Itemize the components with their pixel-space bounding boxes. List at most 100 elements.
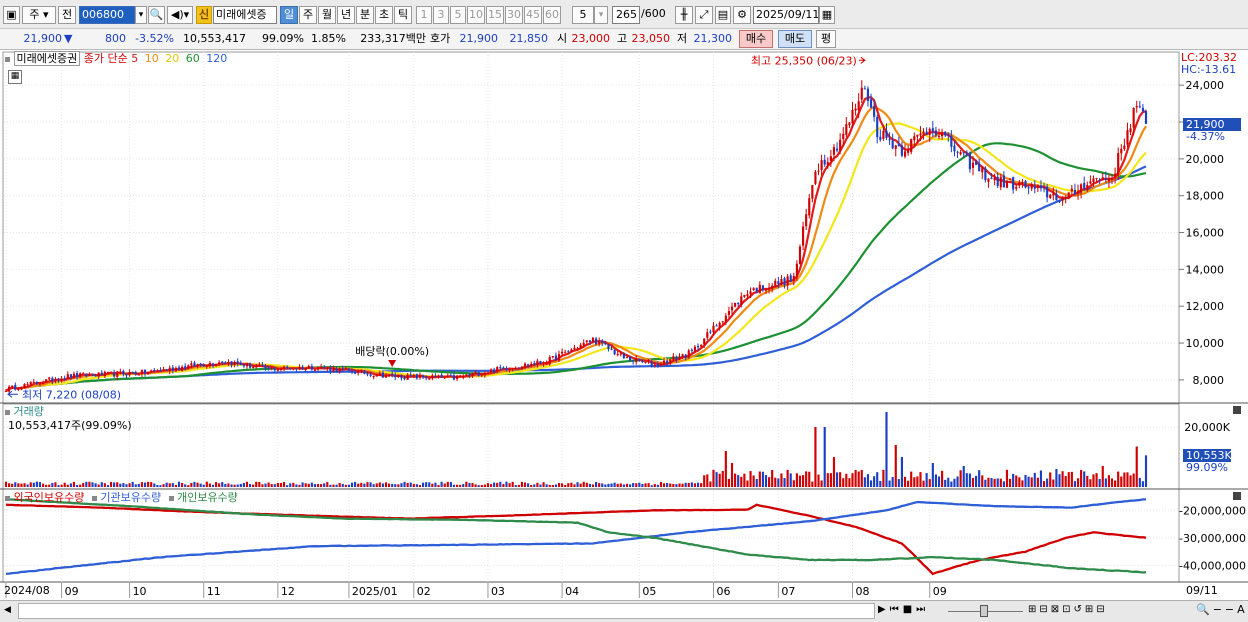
stock-code-input[interactable]: 006800	[79, 6, 135, 24]
calculator-icon[interactable]: ▦	[8, 70, 22, 84]
investor-line-0	[5, 503, 1147, 576]
stock-name-field[interactable]: 미래에셋증	[213, 6, 277, 24]
volume-bar	[1018, 477, 1021, 487]
interval-button-45[interactable]: 45	[524, 6, 542, 24]
market-select[interactable]: 주 ▾	[22, 6, 56, 24]
max-price-annotation: 최고 25,350 (06/23)	[751, 54, 857, 67]
interval-button-10[interactable]: 10	[467, 6, 485, 24]
volume-bar	[465, 481, 468, 487]
candle-body	[820, 160, 823, 171]
volume-bar	[817, 474, 820, 487]
chart-svg[interactable]: 091011122025/01020304050607080924,00022,…	[0, 50, 1248, 600]
interval-button-15[interactable]: 15	[486, 6, 504, 24]
zoom-slider[interactable]	[948, 604, 1023, 617]
panel-close-icon[interactable]	[1233, 492, 1241, 500]
candle-body	[798, 246, 802, 265]
volume-bar	[171, 483, 174, 487]
speaker-icon[interactable]: ◀)▾	[167, 6, 193, 24]
candle-body	[103, 371, 106, 377]
candle-body	[533, 363, 536, 365]
candle-body	[866, 88, 870, 101]
period-button-0[interactable]: 일	[280, 6, 298, 24]
volume-bar	[876, 472, 879, 487]
date-input[interactable]: 2025/09/11	[753, 6, 819, 24]
legend-stock-name[interactable]: 미래에셋증권	[13, 51, 81, 66]
candle-body	[48, 377, 51, 380]
volume-bar	[975, 475, 978, 487]
period-button-1[interactable]: 주	[299, 6, 317, 24]
volume-bar	[978, 470, 981, 487]
prev-button[interactable]: 전	[58, 6, 76, 24]
scroll-left-icon[interactable]: ◀	[4, 604, 14, 616]
evaluate-button[interactable]: 평	[816, 30, 836, 48]
candle-body	[41, 382, 45, 385]
volume-bar	[20, 483, 23, 487]
volume-bar	[536, 482, 539, 487]
period-button-5[interactable]: 초	[375, 6, 393, 24]
candle-type-icon[interactable]: ╫	[675, 6, 693, 24]
interval-select[interactable]: 5	[572, 6, 594, 24]
volume-bar	[814, 427, 817, 487]
period-button-4[interactable]: 분	[356, 6, 374, 24]
candle-body	[264, 365, 267, 369]
buy-button[interactable]: 매수	[739, 30, 773, 48]
volume-bar	[561, 483, 564, 487]
draw-tool-icon[interactable]: ⤢	[695, 6, 713, 24]
volume-bar	[653, 484, 656, 487]
candle-body	[1135, 105, 1138, 108]
candle-body	[1049, 194, 1052, 198]
calendar-icon[interactable]: ▦	[819, 6, 835, 24]
candle-body	[1064, 197, 1067, 199]
chart-area[interactable]: 091011122025/01020304050607080924,00022,…	[0, 50, 1248, 600]
volume-bar	[468, 482, 471, 487]
volume-bar	[656, 484, 659, 487]
interval-button-60[interactable]: 60	[543, 6, 561, 24]
candle-body	[276, 369, 279, 371]
interval-button-30[interactable]: 30	[505, 6, 523, 24]
gear-icon[interactable]: ⚙	[733, 6, 751, 24]
volume-bar	[749, 471, 752, 487]
candle-body	[764, 289, 768, 291]
data-count-input[interactable]: 265	[612, 6, 640, 24]
volume-bar	[857, 471, 860, 487]
volume-bar	[211, 484, 215, 487]
candle-body	[230, 361, 233, 366]
chart-tool-icons[interactable]: ⊞⊟⊠⊡↺⊞⊟	[1028, 604, 1108, 616]
volume-bar	[122, 483, 125, 487]
candle-body	[1036, 185, 1039, 189]
interval-dropdown-icon[interactable]: ▾	[594, 6, 608, 24]
code-dropdown-icon[interactable]: ▾	[135, 6, 147, 24]
period-button-2[interactable]: 월	[318, 6, 336, 24]
volume-bar	[832, 457, 836, 487]
volume-bar	[1117, 471, 1120, 487]
candle-body	[1095, 178, 1098, 180]
open-label: 시	[557, 32, 568, 45]
interval-button-5[interactable]: 5	[450, 6, 466, 24]
period-button-3[interactable]: 년	[337, 6, 355, 24]
interval-button-3[interactable]: 3	[433, 6, 449, 24]
volume-bar	[669, 483, 672, 487]
interval-button-1[interactable]: 1	[416, 6, 432, 24]
volume-bar	[564, 484, 567, 487]
search-icon[interactable]: 🔍	[148, 6, 165, 24]
sell-button[interactable]: 매도	[778, 30, 812, 48]
candle-body	[261, 365, 264, 367]
price-axis-label: 20,000	[1186, 153, 1225, 166]
save-icon[interactable]: ▤	[715, 6, 731, 24]
candle-body	[406, 374, 409, 380]
candle-body	[329, 367, 332, 372]
volume-bar	[245, 481, 249, 487]
candle-body	[505, 368, 508, 371]
period-button-6[interactable]: 틱	[394, 6, 412, 24]
playback-controls[interactable]: ▶⏮■⏭	[878, 604, 929, 616]
candle-body	[363, 370, 366, 374]
scroll-track[interactable]	[18, 603, 875, 619]
panel-close-icon[interactable]	[1233, 406, 1241, 414]
window-menu-icon[interactable]: ▣	[3, 6, 20, 24]
zoom-icons[interactable]: 🔍−−A	[1196, 604, 1248, 616]
candle-body	[826, 162, 829, 166]
volume-bar	[706, 474, 709, 487]
candle-body	[347, 368, 351, 371]
volume-bar	[113, 482, 116, 487]
candle-body	[134, 371, 137, 375]
